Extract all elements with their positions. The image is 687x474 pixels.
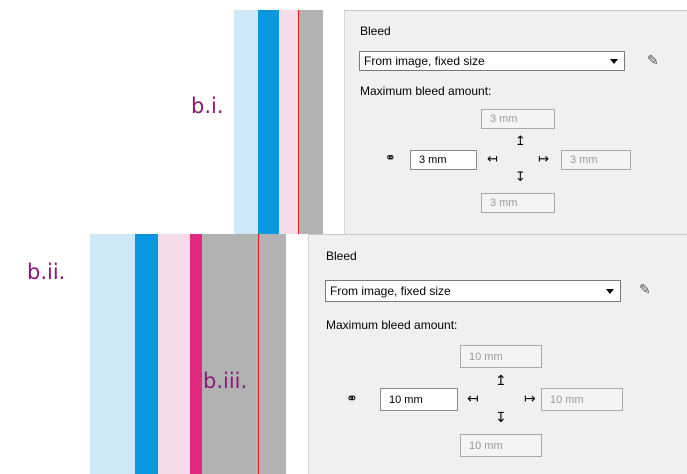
bottom-bleed-top-field[interactable]: 10 mm bbox=[460, 345, 542, 368]
top-bleed-panel: Bleed From image, fixed size ✎ Maximum b… bbox=[345, 10, 687, 234]
top-bleed-right-field[interactable]: 3 mm bbox=[561, 150, 631, 170]
arrow-down-bar-icon: ↧ bbox=[495, 410, 507, 426]
chain-link-icon[interactable]: ⚭ bbox=[346, 392, 358, 406]
arrow-left-bar-icon: ↤ bbox=[487, 152, 498, 167]
top-bleed-cyan-band bbox=[258, 10, 279, 234]
top-bleed-mode-value: From image, fixed size bbox=[364, 54, 485, 68]
bottom-bleed-mode-value: From image, fixed size bbox=[330, 284, 451, 298]
arrow-up-bar-icon: ↥ bbox=[495, 373, 507, 389]
pencil-icon[interactable]: ✎ bbox=[639, 282, 651, 298]
bottom-bleed-magenta-band bbox=[190, 234, 202, 474]
bottom-max-bleed-label: Maximum bleed amount: bbox=[326, 318, 458, 332]
bottom-bleed-left-field[interactable]: 10 mm bbox=[380, 388, 458, 411]
arrow-down-bar-icon: ↧ bbox=[515, 170, 526, 185]
bottom-bleed-grey-band bbox=[202, 234, 286, 474]
top-bleed-left-field[interactable]: 3 mm bbox=[410, 150, 477, 170]
pencil-icon[interactable]: ✎ bbox=[647, 53, 659, 69]
arrow-right-bar-icon: ↦ bbox=[538, 152, 549, 167]
bottom-bleed-pink-band bbox=[158, 234, 190, 474]
bottom-bleed-right-field[interactable]: 10 mm bbox=[541, 388, 623, 411]
chevron-down-icon bbox=[610, 59, 618, 64]
bottom-bleed-light-blue-band bbox=[90, 234, 135, 474]
top-bleed-top-field[interactable]: 3 mm bbox=[481, 109, 555, 129]
top-max-bleed-label: Maximum bleed amount: bbox=[360, 84, 492, 98]
top-bleed-bottom-field[interactable]: 3 mm bbox=[481, 193, 555, 213]
top-panel-edge bbox=[323, 10, 344, 234]
bottom-panel-edge bbox=[286, 234, 308, 474]
bottom-bleed-mode-dropdown[interactable]: From image, fixed size bbox=[325, 280, 621, 302]
annotation-b-ii: b.ii. bbox=[27, 260, 66, 284]
annotation-b-i: b.i. bbox=[191, 94, 224, 118]
top-bleed-grey-band bbox=[299, 10, 323, 234]
bottom-bleed-cyan-band bbox=[135, 234, 158, 474]
top-bleed-pink-band bbox=[279, 10, 299, 234]
arrow-left-bar-icon: ↤ bbox=[467, 391, 479, 407]
arrow-up-bar-icon: ↥ bbox=[515, 134, 526, 149]
chevron-down-icon bbox=[606, 289, 614, 294]
annotation-b-iii: b.iii. bbox=[203, 369, 248, 393]
bottom-bleed-panel: Bleed From image, fixed size ✎ Maximum b… bbox=[309, 234, 687, 474]
bottom-bleed-red-line bbox=[258, 234, 259, 474]
bottom-bleed-section-title: Bleed bbox=[326, 249, 357, 263]
bottom-bleed-bottom-field[interactable]: 10 mm bbox=[460, 434, 542, 457]
top-bleed-light-blue-band bbox=[234, 10, 258, 234]
top-bleed-mode-dropdown[interactable]: From image, fixed size bbox=[359, 51, 625, 71]
top-bleed-section-title: Bleed bbox=[360, 24, 391, 38]
arrow-right-bar-icon: ↦ bbox=[524, 391, 536, 407]
chain-link-icon[interactable]: ⚭ bbox=[385, 152, 396, 165]
